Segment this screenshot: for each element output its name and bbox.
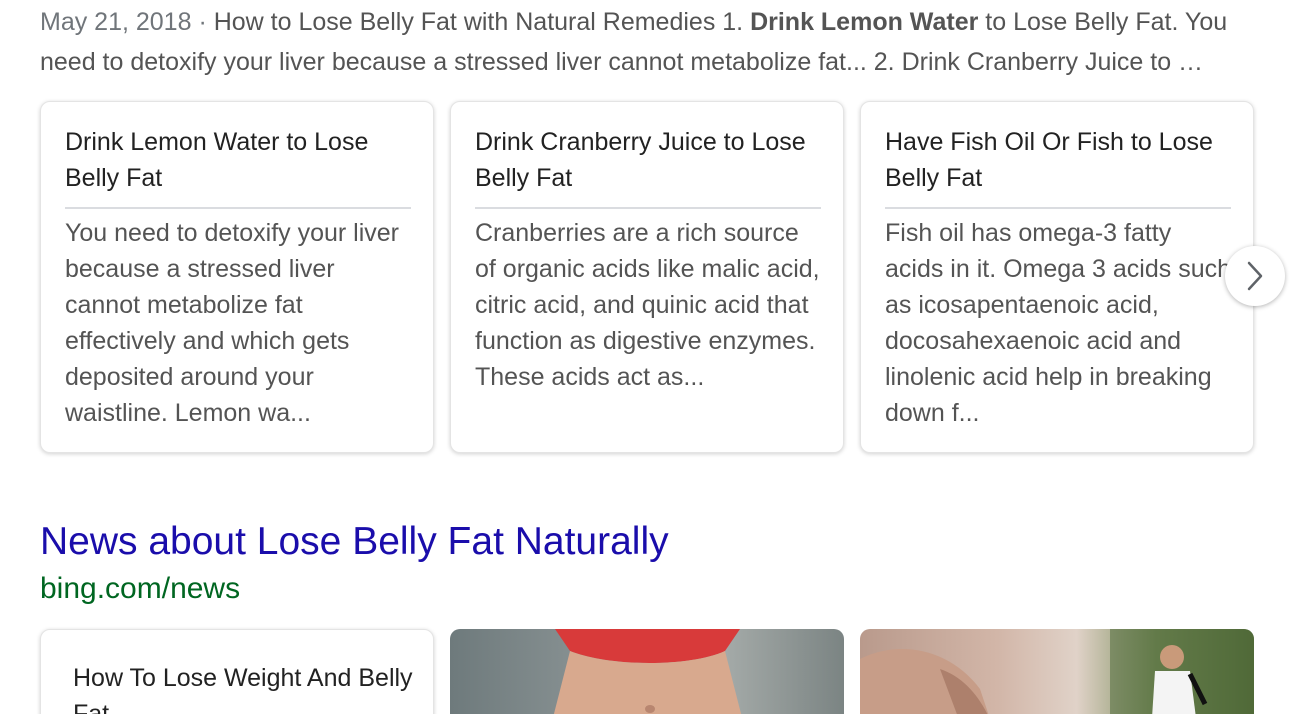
news-card-lose-weight[interactable]: How To Lose Weight And Belly Fat xyxy=(40,629,434,714)
news-thumbnail-image xyxy=(860,629,1254,714)
card-title: Drink Cranberry Juice to Lose Belly Fat xyxy=(475,128,806,192)
carousel-next-button[interactable] xyxy=(1225,246,1285,306)
search-results-page: May 21, 2018 · How to Lose Belly Fat wit… xyxy=(0,0,1296,714)
news-card-image-belly[interactable] xyxy=(450,629,844,714)
snippet-date: May 21, 2018 xyxy=(40,8,192,36)
card-body: You need to detoxify your liver because … xyxy=(65,219,400,427)
card-body: Fish oil has omega-3 fatty acids in it. … xyxy=(885,219,1231,427)
news-heading-link[interactable]: News about Lose Belly Fat Naturally xyxy=(40,516,669,568)
card-body: Cranberries are a rich source of organic… xyxy=(475,219,820,391)
card-divider xyxy=(475,207,821,209)
card-title: Drink Lemon Water to Lose Belly Fat xyxy=(65,128,369,192)
chevron-right-icon xyxy=(1247,261,1263,291)
answer-card-cranberry-juice[interactable]: Drink Cranberry Juice to Lose Belly Fat … xyxy=(450,101,844,453)
result-snippet: May 21, 2018 · How to Lose Belly Fat wit… xyxy=(40,2,1256,82)
news-thumbnail-image xyxy=(553,629,742,714)
news-card-title: How To Lose Weight And Belly Fat xyxy=(73,664,413,714)
snippet-text-start: How to Lose Belly Fat with Natural Remed… xyxy=(213,8,751,36)
snippet-highlight: Drink Lemon Water xyxy=(750,8,979,36)
card-divider xyxy=(65,207,411,209)
answer-card-fish-oil[interactable]: Have Fish Oil Or Fish to Lose Belly Fat … xyxy=(860,101,1254,453)
answer-card-lemon-water[interactable]: Drink Lemon Water to Lose Belly Fat You … xyxy=(40,101,434,453)
news-source-url[interactable]: bing.com/news xyxy=(40,570,240,608)
snippet-separator: · xyxy=(191,8,214,36)
news-card-image-runner[interactable] xyxy=(860,629,1254,714)
card-divider xyxy=(885,207,1231,209)
card-title: Have Fish Oil Or Fish to Lose Belly Fat xyxy=(885,128,1213,192)
